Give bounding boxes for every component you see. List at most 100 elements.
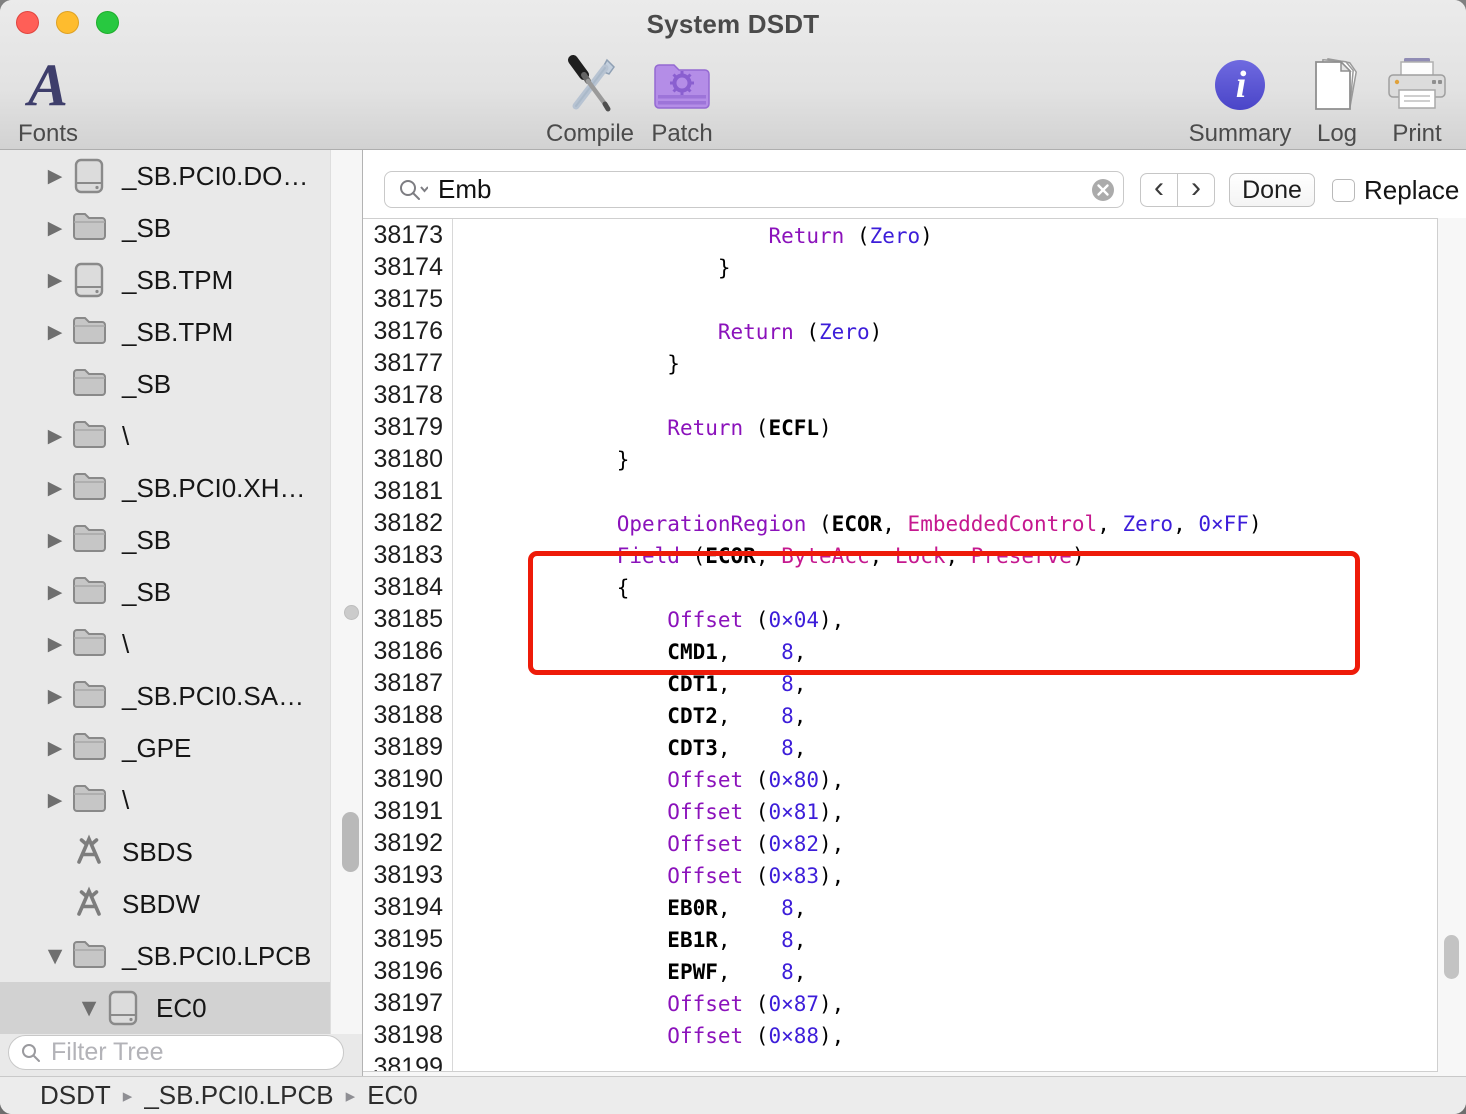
clear-search-icon[interactable]: [1091, 178, 1115, 202]
code-line[interactable]: 38173 Return (Zero): [363, 219, 1437, 251]
breadcrumb-root[interactable]: DSDT: [40, 1080, 111, 1111]
tree-row[interactable]: ▶ _SB: [0, 202, 330, 254]
code-line[interactable]: 38199: [363, 1051, 1437, 1071]
tree-row[interactable]: ▶ _SB.PCI0.XH…: [0, 462, 330, 514]
line-number: 38173: [363, 219, 453, 251]
window-title: System DSDT: [646, 9, 820, 39]
tree-row[interactable]: ▶ _SB.TPM: [0, 306, 330, 358]
line-number: 38174: [363, 251, 453, 283]
code-line[interactable]: 38177 }: [363, 347, 1437, 379]
tree-row[interactable]: SBDW: [0, 878, 330, 930]
filter-tree-field[interactable]: [8, 1035, 344, 1070]
code-line[interactable]: 38197 Offset (0×87),: [363, 987, 1437, 1019]
tree-row[interactable]: SBDS: [0, 826, 330, 878]
replace-label: Replace: [1364, 174, 1460, 205]
fonts-icon: A: [27, 52, 69, 118]
line-number: 38180: [363, 443, 453, 475]
code-line[interactable]: 38193 Offset (0×83),: [363, 859, 1437, 891]
code-line[interactable]: 38181: [363, 475, 1437, 507]
disclosure-triangle-icon[interactable]: ▶: [42, 737, 68, 759]
code-line[interactable]: 38194 EB0R, 8,: [363, 891, 1437, 923]
code-line[interactable]: 38192 Offset (0×82),: [363, 827, 1437, 859]
code-line[interactable]: 38189 CDT3, 8,: [363, 731, 1437, 763]
disclosure-triangle-icon[interactable]: ▶: [42, 581, 68, 603]
sidebar-scrollbar-thumb[interactable]: [342, 812, 359, 872]
summary-button[interactable]: i Summary: [1188, 52, 1292, 148]
compile-button[interactable]: Compile: [540, 52, 640, 148]
tree-row[interactable]: ▼ EC0: [0, 982, 330, 1034]
tree-row[interactable]: ▶ \: [0, 410, 330, 462]
patch-button[interactable]: Patch: [648, 52, 716, 148]
breadcrumb-device[interactable]: EC0: [367, 1080, 418, 1111]
line-number: 38184: [363, 571, 453, 603]
tree-row[interactable]: ▶ _SB.PCI0.DO…: [0, 150, 330, 202]
editor-pane: ‹ › Done Replace 38173 Return (Zero)3817…: [362, 150, 1466, 1076]
code-text: OperationRegion (ECOR, EmbeddedControl, …: [616, 512, 1262, 536]
compile-label: Compile: [545, 120, 635, 147]
code-line[interactable]: 38196 EPWF, 8,: [363, 955, 1437, 987]
code-line[interactable]: 38180 }: [363, 443, 1437, 475]
disclosure-triangle-icon[interactable]: ▶: [42, 269, 68, 291]
breadcrumb-scope[interactable]: _SB.PCI0.LPCB: [144, 1080, 333, 1111]
line-number: 38187: [363, 667, 453, 699]
vertical-scrollbar-thumb[interactable]: [1444, 935, 1459, 979]
code-line[interactable]: 38190 Offset (0×80),: [363, 763, 1437, 795]
disclosure-triangle-icon[interactable]: ▶: [42, 165, 68, 187]
code-text: Offset (0×88),: [667, 1024, 845, 1048]
code-line[interactable]: 38182 OperationRegion (ECOR, EmbeddedCon…: [363, 507, 1437, 539]
code-text: CDT2, 8,: [667, 704, 807, 728]
done-button[interactable]: Done: [1229, 173, 1315, 207]
find-previous-button[interactable]: ‹: [1141, 174, 1178, 206]
code-editor[interactable]: 38173 Return (Zero) 38174 } 38175 38176 Ret…: [363, 218, 1438, 1072]
tree-row[interactable]: ▼ _SB.PCI0.LPCB: [0, 930, 330, 982]
tree-row[interactable]: ▶ _SB.TPM: [0, 254, 330, 306]
fonts-label: Fonts: [17, 120, 79, 147]
code-line[interactable]: 38176 Return (Zero): [363, 315, 1437, 347]
code-line[interactable]: 38191 Offset (0×81),: [363, 795, 1437, 827]
code-line[interactable]: 38178: [363, 379, 1437, 411]
tree-item-label: EC0: [156, 992, 207, 1023]
code-line[interactable]: 38195 EB1R, 8,: [363, 923, 1437, 955]
disclosure-triangle-icon[interactable]: ▶: [42, 789, 68, 811]
find-bar: ‹ › Done Replace: [363, 150, 1466, 218]
print-button[interactable]: Print: [1382, 52, 1452, 148]
tree-row[interactable]: ▶ _SB: [0, 514, 330, 566]
filter-tree-input[interactable]: [49, 1037, 313, 1068]
code-line[interactable]: 38174 }: [363, 251, 1437, 283]
disclosure-triangle-icon[interactable]: ▶: [42, 685, 68, 707]
tree-row[interactable]: ▶ _SB.PCI0.SA…: [0, 670, 330, 722]
tree-row[interactable]: ▶ \: [0, 774, 330, 826]
find-next-button[interactable]: ›: [1178, 174, 1214, 206]
code-line[interactable]: 38179 Return (ECFL): [363, 411, 1437, 443]
disclosure-triangle-icon[interactable]: ▶: [42, 529, 68, 551]
tree-row[interactable]: ▶ \: [0, 618, 330, 670]
replace-checkbox[interactable]: [1332, 178, 1355, 202]
disclosure-triangle-icon[interactable]: ▶: [42, 425, 68, 447]
log-pages-icon: [1306, 52, 1368, 118]
code-line[interactable]: 38175: [363, 283, 1437, 315]
disclosure-triangle-icon[interactable]: ▶: [42, 217, 68, 239]
tree-row[interactable]: ▶ _SB: [0, 566, 330, 618]
disclosure-triangle-icon[interactable]: ▼: [76, 997, 102, 1019]
splitter-handle[interactable]: [344, 605, 359, 620]
method-icon: [77, 886, 101, 916]
method-icon: [77, 834, 101, 864]
disclosure-triangle-icon[interactable]: ▶: [42, 321, 68, 343]
folder-icon: [73, 681, 106, 708]
tree-row[interactable]: ▶ _GPE: [0, 722, 330, 774]
disclosure-triangle-icon[interactable]: ▶: [42, 477, 68, 499]
folder-icon: [73, 213, 106, 240]
print-printer-icon: [1382, 52, 1452, 118]
fonts-button[interactable]: A Fonts: [10, 52, 86, 148]
tree-row[interactable]: _SB: [0, 358, 330, 410]
log-button[interactable]: Log: [1306, 52, 1368, 148]
code-line[interactable]: 38198 Offset (0×88),: [363, 1019, 1437, 1051]
sidebar-scrollbar-track[interactable]: [330, 150, 362, 1034]
code-line[interactable]: 38188 CDT2, 8,: [363, 699, 1437, 731]
disclosure-triangle-icon[interactable]: ▶: [42, 633, 68, 655]
find-field[interactable]: [384, 171, 1124, 208]
find-input[interactable]: [438, 174, 1085, 205]
patch-label: Patch: [651, 120, 713, 147]
disclosure-triangle-icon[interactable]: ▼: [42, 945, 68, 967]
print-label: Print: [1392, 120, 1442, 147]
